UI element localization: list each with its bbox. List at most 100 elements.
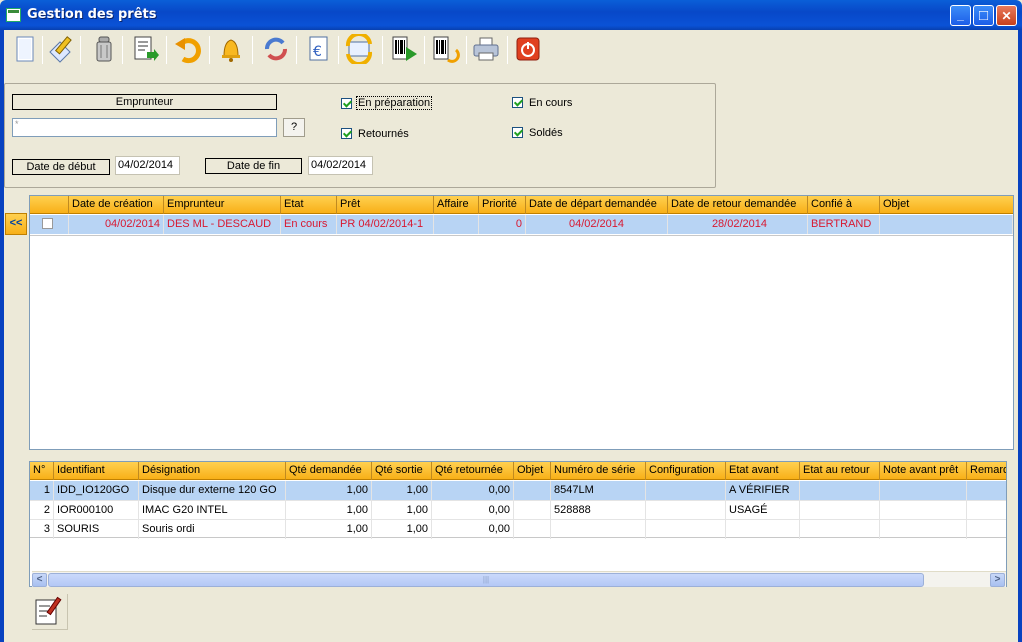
item-qte-demandee: 1,00 [286,481,372,500]
loans-grid: Date de création Emprunteur Etat Prêt Af… [29,195,1014,450]
en-preparation-checkbox[interactable] [341,98,352,109]
item-remarque [967,501,1006,520]
undo-icon [175,38,201,64]
scroll-right-button[interactable]: > [990,573,1005,587]
new-document-button[interactable] [10,34,40,64]
item-designation: Disque dur externe 120 GO [139,481,286,500]
table-row[interactable]: 1 IDD_IO120GO Disque dur externe 120 GO … [30,481,1006,500]
table-row[interactable]: 2 IOR000100 IMAC G20 INTEL 1,00 1,00 0,0… [30,500,1006,520]
items-col-numero-serie[interactable]: Numéro de série [551,462,646,480]
table-row[interactable]: 3 SOURIS Souris ordi 1,00 1,00 0,00 [30,519,1006,539]
items-col-qte-retournee[interactable]: Qté retournée [432,462,514,480]
item-identifiant: IDD_IO120GO [54,481,139,500]
minimize-button[interactable]: _ [950,5,971,26]
en-cours-checkbox[interactable] [512,97,523,108]
item-etat-retour [800,501,880,520]
title-bar: Gestion des prêts _ □ ✕ [0,0,1022,30]
table-row[interactable]: 04/02/2014 DES ML - DESCAUD En cours PR … [30,215,1013,234]
svg-text:€: € [313,44,322,60]
scroll-thumb[interactable]: ||| [48,573,924,587]
items-col-no[interactable]: N° [30,462,54,480]
items-col-qte-demandee[interactable]: Qté demandée [286,462,372,480]
item-qte-retournee: 0,00 [432,520,514,539]
loans-col-date-creation[interactable]: Date de création [69,196,164,214]
item-numero-serie [551,520,646,539]
sync-button[interactable] [344,31,374,67]
delete-button[interactable] [89,34,119,64]
loans-header: Date de création Emprunteur Etat Prêt Af… [30,196,1013,214]
item-designation: IMAC G20 INTEL [139,501,286,520]
loan-affaire [434,215,479,234]
date-debut-input[interactable]: 04/02/2014 [115,156,180,175]
soldes-label: Soldés [529,127,563,139]
filter-panel: Emprunteur * ? Date de début 04/02/2014 … [4,83,716,188]
items-col-note-avant[interactable]: Note avant prêt [880,462,967,480]
items-col-remarque[interactable]: Remarq [967,462,1006,480]
loans-col-affaire[interactable]: Affaire [434,196,479,214]
loan-confie: BERTRAND [808,215,880,234]
items-col-objet[interactable]: Objet [514,462,551,480]
items-col-configuration[interactable]: Configuration [646,462,726,480]
date-fin-input[interactable]: 04/02/2014 [308,156,373,175]
emprunteur-lookup-button[interactable]: ? [283,118,305,137]
loans-col-select[interactable] [30,196,69,214]
loans-col-priorite[interactable]: Priorité [479,196,526,214]
items-col-designation[interactable]: Désignation [139,462,286,480]
item-etat-avant [726,520,800,539]
collapse-button[interactable]: << [5,213,27,235]
loan-date-depart: 04/02/2014 [526,215,668,234]
item-qte-demandee: 1,00 [286,520,372,539]
export-document-button[interactable] [131,34,161,64]
loans-col-depart[interactable]: Date de départ demandée [526,196,668,214]
euro-document-icon: € [309,36,328,61]
item-objet [514,501,551,520]
window-frame-right [1018,30,1022,642]
item-note-avant [880,501,967,520]
soldes-checkbox[interactable] [512,127,523,138]
loans-col-confie[interactable]: Confié à [808,196,880,214]
items-col-etat-avant[interactable]: Etat avant [726,462,800,480]
barcode-return-icon [433,36,460,63]
loan-date-creation: 04/02/2014 [69,215,164,234]
loans-col-retour[interactable]: Date de retour demandée [668,196,808,214]
loans-col-emprunteur[interactable]: Emprunteur [164,196,281,214]
retournes-label: Retournés [358,128,409,140]
item-objet [514,481,551,500]
en-preparation-label: En préparation [356,96,433,110]
close-button[interactable]: ✕ [996,5,1017,26]
barcode-out-button[interactable] [389,34,419,64]
items-col-etat-retour[interactable]: Etat au retour [800,462,880,480]
quit-button[interactable] [513,34,543,64]
notify-button[interactable] [216,34,246,64]
emprunteur-input[interactable]: * [12,118,277,137]
retournes-checkbox[interactable] [341,128,352,139]
close-icon: ✕ [1001,8,1012,23]
loans-col-pret[interactable]: Prêt [337,196,434,214]
item-configuration [646,520,726,539]
item-remarque [967,481,1006,500]
items-col-qte-sortie[interactable]: Qté sortie [372,462,432,480]
refresh-button[interactable] [261,34,291,64]
maximize-icon: □ [978,7,989,24]
barcode-play-icon [392,36,417,61]
undo-button[interactable] [173,34,203,64]
item-identifiant: IOR000100 [54,501,139,520]
edit-list-button[interactable] [32,594,68,630]
item-qte-retournee: 0,00 [432,501,514,520]
row-select-checkbox[interactable] [42,218,53,229]
loans-col-objet[interactable]: Objet [880,196,1013,214]
items-col-identifiant[interactable]: Identifiant [54,462,139,480]
euro-button[interactable]: € [304,34,334,64]
loans-col-etat[interactable]: Etat [281,196,337,214]
items-horizontal-scrollbar[interactable]: < ||| > [32,571,1006,587]
loan-etat: En cours [281,215,337,234]
item-qte-sortie: 1,00 [372,520,432,539]
print-button[interactable] [471,34,501,64]
scroll-left-button[interactable]: < [32,573,47,587]
item-numero-serie: 8547LM [551,481,646,500]
window-title: Gestion des prêts [27,7,157,22]
barcode-return-button[interactable] [430,34,460,64]
edit-button[interactable] [46,34,76,64]
maximize-button[interactable]: □ [973,5,994,26]
en-cours-label: En cours [529,97,573,109]
